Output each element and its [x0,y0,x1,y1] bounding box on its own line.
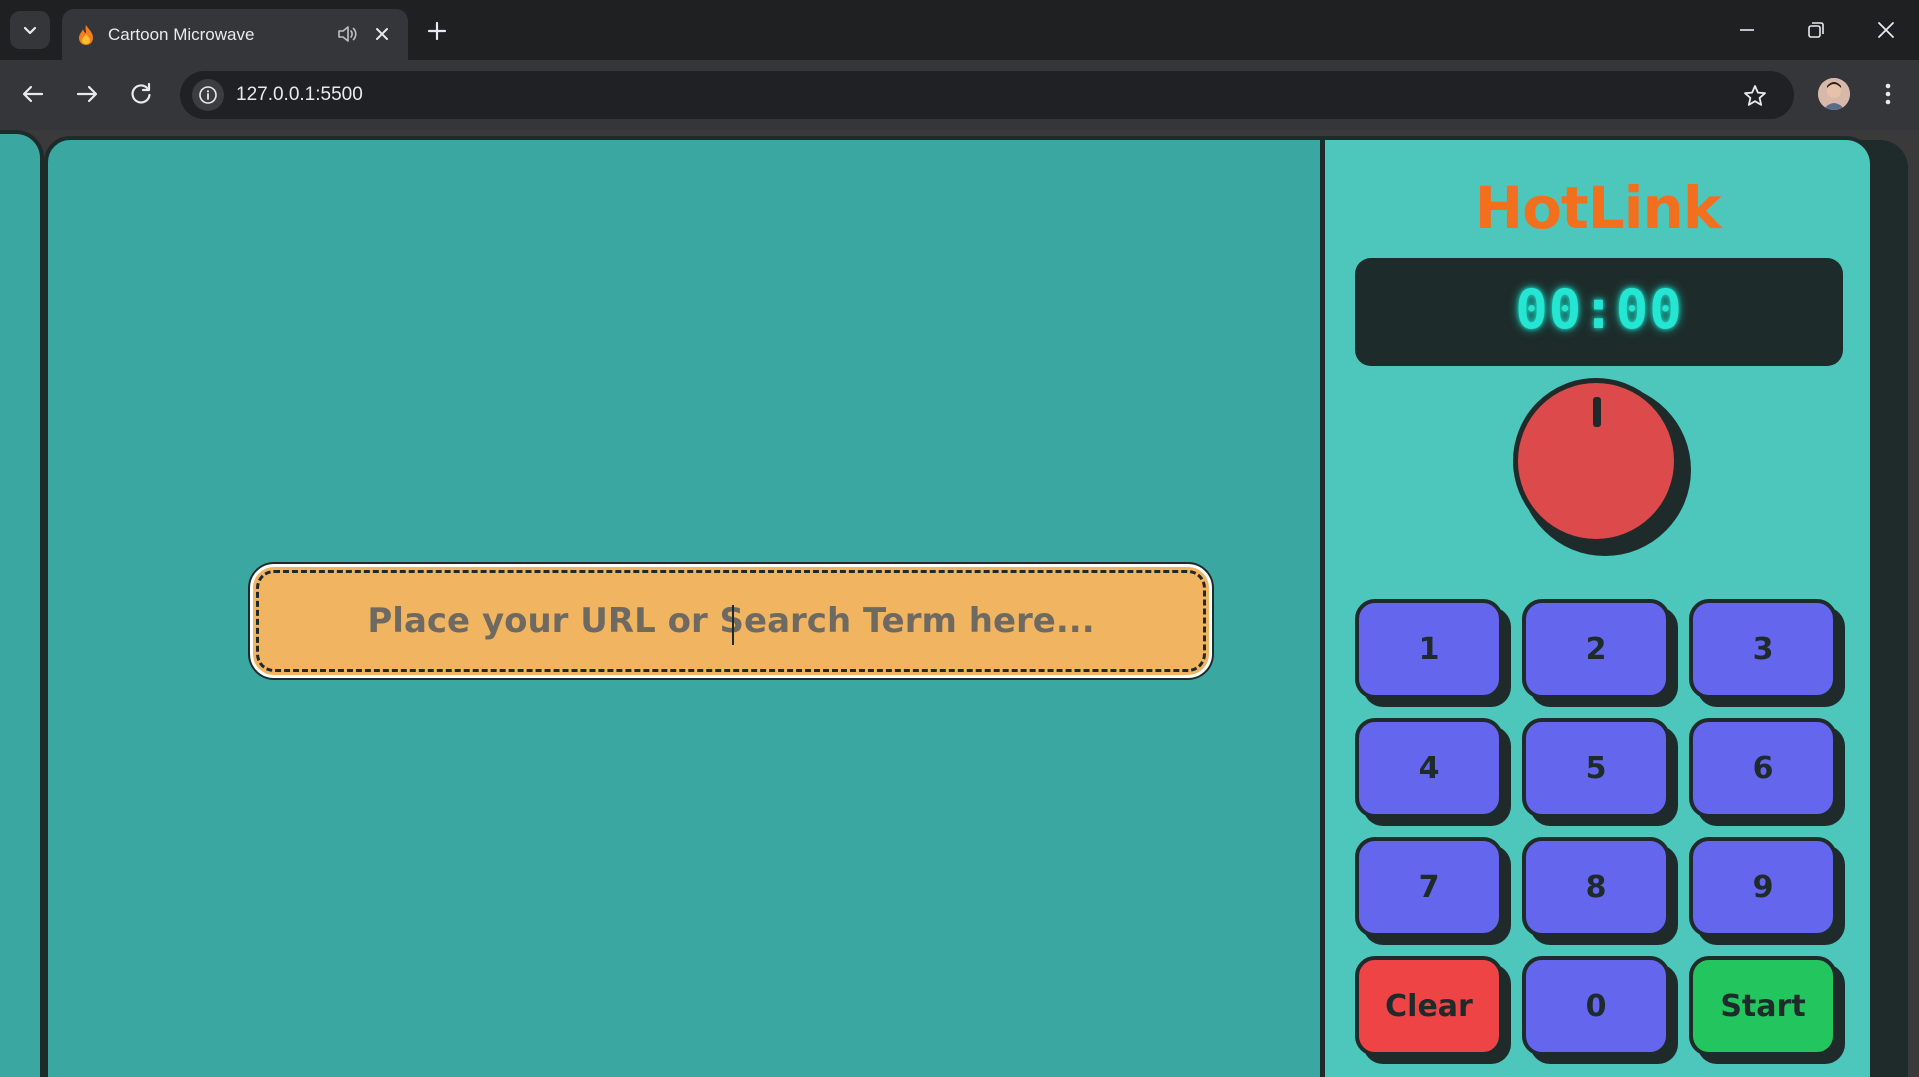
star-icon[interactable] [1742,83,1768,109]
key-1[interactable]: 1 [1355,599,1503,699]
search-box[interactable] [250,564,1212,678]
minimize-icon[interactable] [1733,16,1761,44]
key-2[interactable]: 2 [1522,599,1670,699]
url-text[interactable]: 127.0.0.1:5500 [236,84,363,106]
key-4[interactable]: 4 [1355,718,1503,818]
start-button[interactable]: Start [1689,956,1837,1056]
speaker-icon[interactable] [336,23,358,45]
browser-toolbar: 127.0.0.1:5500 [0,60,1919,130]
key-7[interactable]: 7 [1355,837,1503,937]
timer-display: 00:00 [1355,258,1843,366]
plus-icon[interactable] [424,18,450,44]
knob-indicator [1593,397,1601,427]
control-panel: HotLink 00:00 1 2 3 4 5 6 7 8 9 Clear 0 … [1320,136,1874,1077]
dial-knob[interactable] [1513,378,1679,544]
browser-tab-bar: Cartoon Microwave [0,0,1919,60]
tab-search-button[interactable] [10,11,50,49]
reload-icon[interactable] [125,78,157,110]
restore-icon[interactable] [1802,16,1830,44]
microwave-screen [44,136,1336,1077]
page-viewport: HotLink 00:00 1 2 3 4 5 6 7 8 9 Clear 0 … [0,130,1919,1077]
browser-tab[interactable]: Cartoon Microwave [62,9,408,60]
key-5[interactable]: 5 [1522,718,1670,818]
profile-icon [1818,78,1850,110]
arrow-right-icon[interactable] [71,78,103,110]
site-info-button[interactable] [192,79,224,111]
key-3[interactable]: 3 [1689,599,1837,699]
microwave-edge [0,130,44,1077]
arrow-left-icon[interactable] [17,78,49,110]
clear-button[interactable]: Clear [1355,956,1503,1056]
tab-title: Cartoon Microwave [108,25,255,44]
key-8[interactable]: 8 [1522,837,1670,937]
key-6[interactable]: 6 [1689,718,1837,818]
close-icon[interactable] [1872,16,1900,44]
flame-icon [79,25,93,45]
text-caret [732,605,734,645]
chevron-down-icon [23,26,37,35]
address-bar[interactable]: 127.0.0.1:5500 [180,71,1794,119]
brand-title: HotLink [1474,174,1722,242]
key-0[interactable]: 0 [1522,956,1670,1056]
timer-text: 00:00 [1515,278,1683,341]
search-input[interactable] [265,579,1197,663]
close-icon[interactable] [371,23,393,45]
avatar[interactable] [1818,78,1850,110]
key-9[interactable]: 9 [1689,837,1837,937]
kebab-menu-icon[interactable] [1874,78,1902,110]
info-icon [199,86,217,104]
